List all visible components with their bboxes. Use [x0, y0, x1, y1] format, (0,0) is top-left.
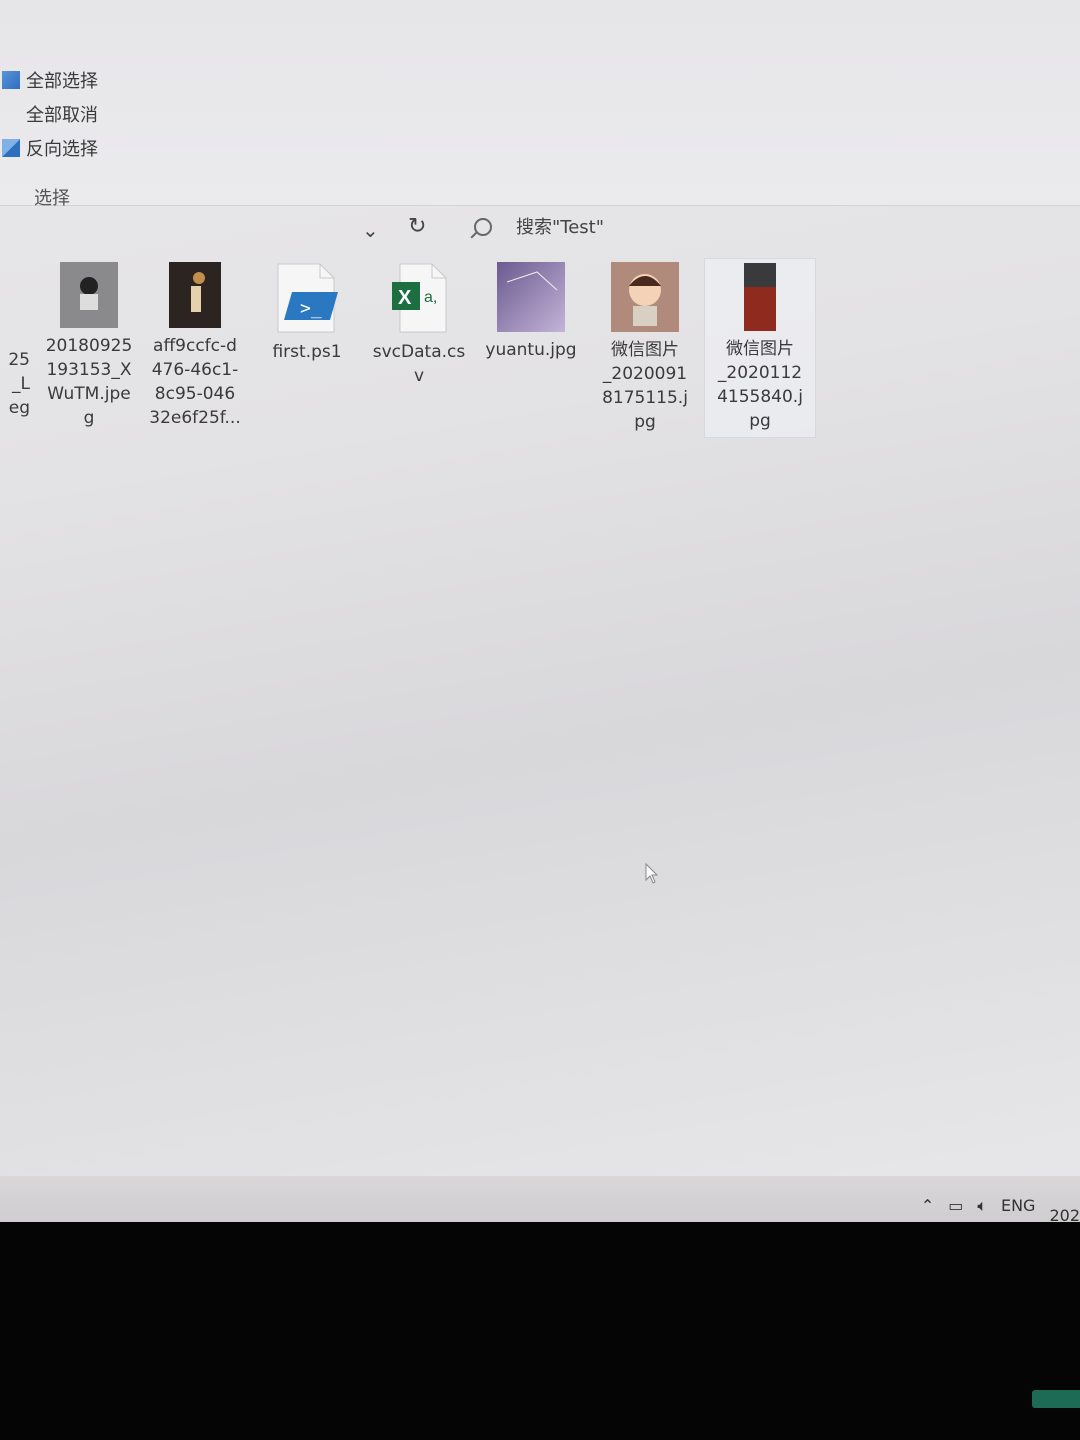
file-name: aff9ccfc-d 476-46c1- 8c95-046 32e6f25f..…	[149, 336, 241, 428]
search-box[interactable]	[466, 208, 1066, 246]
svg-text:>_: >_	[300, 298, 322, 319]
image-thumbnail-icon	[169, 262, 221, 328]
explorer-window: 全部选择 全部取消 反向选择 选择 ⌄ ↻ 25 _L eg 20	[0, 0, 1080, 1222]
chevron-up-icon[interactable]: ⌃	[921, 1196, 934, 1215]
file-item[interactable]: yuantu.jpg	[476, 262, 586, 362]
image-thumbnail-icon	[60, 262, 118, 328]
file-name: first.ps1	[272, 342, 342, 362]
file-name: svcData.cs v	[372, 342, 466, 386]
battery-icon[interactable]: ▭	[948, 1196, 963, 1215]
monitor-bezel	[0, 1222, 1080, 1440]
svg-text:X: X	[398, 287, 412, 309]
excel-csv-file-icon: X a,	[392, 263, 447, 333]
powershell-file-icon: >_	[277, 263, 338, 333]
svg-text:a,: a,	[424, 289, 437, 306]
file-name: yuantu.jpg	[485, 340, 577, 360]
file-name: 微信图片 _2020112 4155840.j pg	[717, 339, 803, 431]
file-item[interactable]: 25 _L eg	[0, 262, 30, 420]
search-icon	[474, 218, 492, 236]
refresh-icon[interactable]: ↻	[408, 214, 426, 239]
ribbon: 全部选择 全部取消 反向选择 选择	[0, 0, 1080, 209]
file-item[interactable]: 20180925 193153_X WuTM.jpe g	[34, 262, 144, 430]
select-none-icon	[2, 105, 20, 123]
select-all-label: 全部选择	[26, 71, 98, 92]
invert-selection-icon	[2, 139, 20, 157]
file-list: 25 _L eg 20180925 193153_X WuTM.jpe g af…	[0, 258, 1080, 462]
power-indicator	[1032, 1390, 1080, 1408]
search-input[interactable]	[514, 215, 918, 239]
select-all-button[interactable]: 全部选择	[0, 66, 98, 94]
file-item[interactable]: X a, svcData.cs v	[364, 262, 474, 388]
image-thumbnail-icon	[744, 263, 776, 331]
invert-selection-label: 反向选择	[26, 139, 98, 160]
system-tray: ⌃ ▭ 🔈︎ ENG 202	[921, 1186, 1080, 1223]
file-item[interactable]: >_ first.ps1	[252, 262, 362, 364]
file-name: 微信图片 _2020091 8175115.j pg	[602, 340, 688, 432]
file-item[interactable]: aff9ccfc-d 476-46c1- 8c95-046 32e6f25f..…	[140, 262, 250, 430]
mouse-cursor-icon	[645, 862, 659, 884]
chevron-down-icon[interactable]: ⌄	[362, 218, 379, 242]
invert-selection-button[interactable]: 反向选择	[0, 134, 98, 162]
file-name: 20180925 193153_X WuTM.jpe g	[45, 336, 133, 428]
file-item[interactable]: 微信图片 _2020091 8175115.j pg	[590, 262, 700, 434]
select-none-button[interactable]: 全部取消	[0, 100, 98, 128]
file-item[interactable]: 微信图片 _2020112 4155840.j pg	[704, 258, 816, 438]
select-none-label: 全部取消	[26, 105, 98, 126]
clock[interactable]: 202	[1049, 1206, 1080, 1222]
image-thumbnail-icon	[611, 262, 679, 332]
select-all-icon	[2, 71, 20, 89]
image-thumbnail-icon	[497, 262, 565, 332]
taskbar	[0, 1176, 1080, 1222]
volume-icon[interactable]: 🔈︎	[977, 1196, 987, 1216]
file-name: 25 _L eg	[8, 350, 30, 418]
input-language[interactable]: ENG	[1001, 1196, 1035, 1215]
file-thumbnail	[0, 262, 10, 322]
